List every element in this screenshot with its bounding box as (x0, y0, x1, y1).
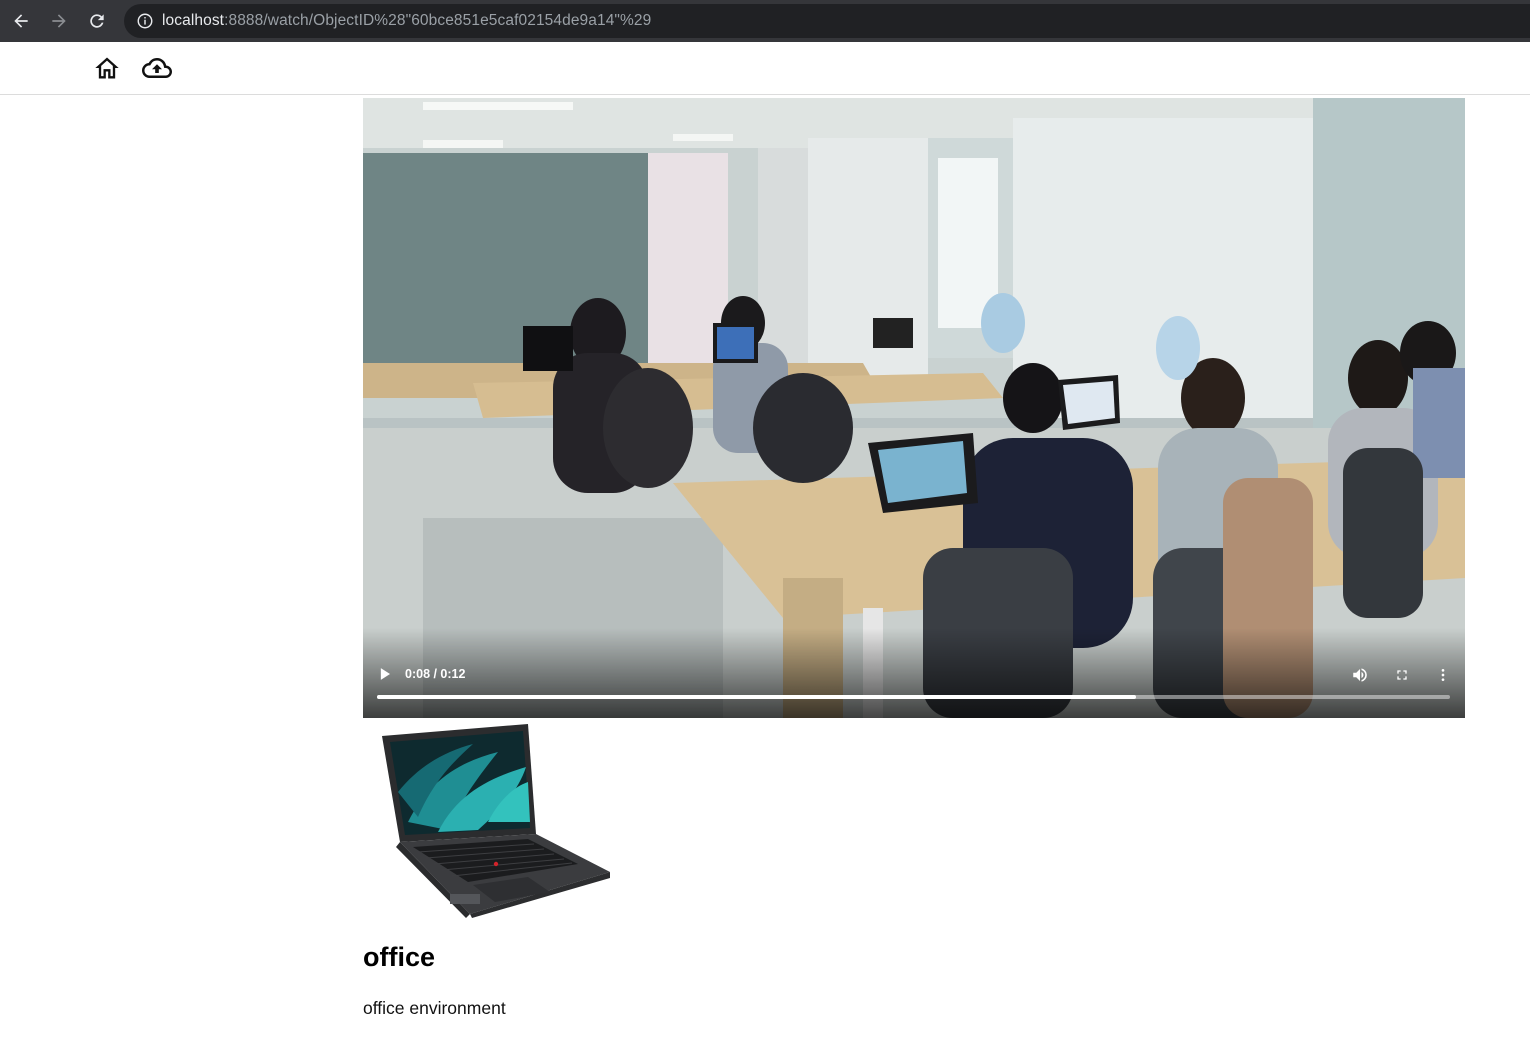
forward-button[interactable] (45, 7, 73, 35)
fullscreen-icon (1397, 670, 1407, 680)
info-icon[interactable] (136, 12, 154, 30)
cloud-upload-icon (142, 58, 172, 78)
video-frame (363, 98, 1465, 718)
post-title: office (363, 942, 436, 972)
more-options-button[interactable] (1432, 664, 1454, 686)
play-icon[interactable] (375, 664, 395, 684)
back-button[interactable] (7, 7, 35, 35)
app-header (0, 42, 1530, 95)
home-button[interactable] (91, 52, 123, 84)
progress-bar[interactable] (377, 695, 1450, 699)
browser-toolbar: localhost:8888/watch/ObjectID%28"60bce85… (0, 0, 1530, 42)
laptop-image (382, 724, 610, 918)
url-host: localhost (162, 12, 225, 29)
address-bar[interactable]: localhost:8888/watch/ObjectID%28"60bce85… (124, 4, 1530, 38)
url-text[interactable]: localhost:8888/watch/ObjectID%28"60bce85… (162, 12, 651, 30)
upload-button[interactable] (141, 52, 173, 84)
more-vert-icon (1441, 669, 1445, 681)
volume-button[interactable] (1349, 664, 1371, 686)
back-arrow-icon (14, 14, 28, 28)
progress-fill (377, 695, 1136, 699)
home-icon (95, 57, 119, 79)
volume-icon (1353, 668, 1367, 682)
video-player[interactable]: 0:08 / 0:12 (363, 98, 1465, 718)
fullscreen-button[interactable] (1391, 664, 1413, 686)
controls-overlay (363, 628, 1465, 718)
forward-arrow-icon (52, 14, 66, 28)
time-display: 0:08 / 0:12 (405, 667, 466, 681)
url-path: :8888/watch/ObjectID%28"60bce851e5caf021… (224, 12, 652, 29)
reload-icon (90, 14, 104, 28)
reload-button[interactable] (83, 7, 111, 35)
post-description: office environment (363, 998, 506, 1018)
